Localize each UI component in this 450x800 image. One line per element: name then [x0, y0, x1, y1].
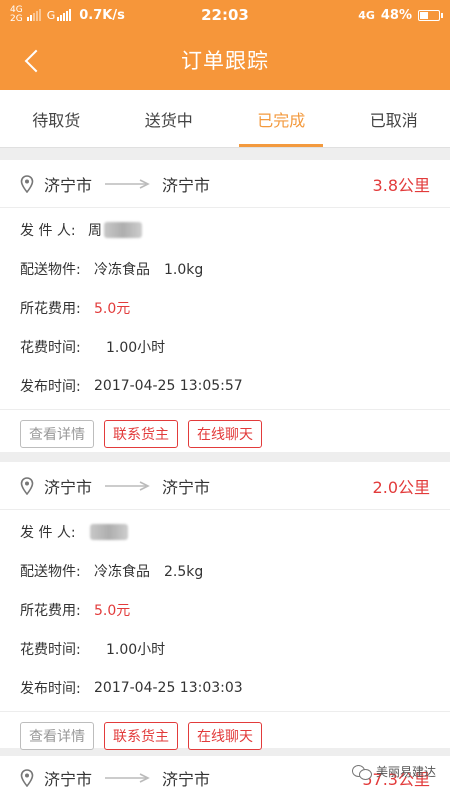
cost-row: 所花费用: 5.0元 [0, 590, 450, 629]
network-speed: 0.7K/s [79, 7, 125, 23]
cost-value: 5.0元 [94, 602, 131, 619]
time-spent-row: 花费时间: 1.00小时 [0, 327, 450, 366]
tab-completed[interactable]: 已完成 [225, 90, 338, 147]
distance: 2.0公里 [372, 477, 430, 497]
origin-city: 济宁市 [44, 477, 93, 497]
route-arrow-icon [104, 178, 150, 189]
published-row: 发布时间: 2017-04-25 13:03:03 [0, 668, 450, 707]
route-arrow-icon [104, 480, 150, 491]
tab-cancelled[interactable]: 已取消 [338, 90, 450, 147]
published-value: 2017-04-25 13:03:03 [94, 679, 243, 696]
order-status-tabs: 待取货 送货中 已完成 已取消 [0, 90, 450, 148]
title-bar: 订单跟踪 [0, 30, 450, 90]
clock: 22:03 [201, 6, 249, 24]
net-label-right: 4G [358, 8, 375, 22]
sender-name-redacted [90, 523, 128, 540]
route-row: 济宁市 济宁市 3.8公里 [0, 160, 450, 208]
route-row: 济宁市 济宁市 2.0公里 [0, 462, 450, 510]
contact-owner-button[interactable]: 联系货主 [104, 722, 178, 750]
online-chat-button[interactable]: 在线聊天 [188, 722, 262, 750]
origin-city: 济宁市 [44, 175, 93, 195]
battery-percent: 48% [380, 7, 412, 23]
back-chevron-icon[interactable] [22, 48, 48, 74]
tab-pending-pickup[interactable]: 待取货 [0, 90, 113, 147]
signal-icon [26, 9, 41, 21]
sender-row: 发 件 人: 周 [0, 210, 450, 249]
page-title: 订单跟踪 [181, 49, 269, 73]
view-details-button[interactable]: 查看详情 [20, 420, 94, 448]
status-bar: 4G 2G G 0.7K/s 22:03 4G 48% [0, 0, 450, 30]
time-spent-value: 1.00小时 [106, 641, 166, 658]
signal-group: 4G 2G G [10, 6, 72, 24]
sender-label: 发 件 人: [20, 524, 76, 541]
watermark: 美丽易建达 [351, 763, 436, 780]
time-spent-value: 1.00小时 [106, 339, 166, 356]
destination-city: 济宁市 [162, 770, 211, 789]
time-spent-label: 花费时间: [20, 339, 81, 356]
online-chat-button[interactable]: 在线聊天 [188, 420, 262, 448]
net-label-g: G [46, 8, 56, 22]
distance: 3.8公里 [372, 175, 430, 195]
origin-city: 济宁市 [44, 770, 93, 789]
wechat-logo-icon [351, 764, 372, 780]
signal-icon-2 [57, 9, 72, 21]
sender-label: 发 件 人: [20, 222, 76, 239]
cargo-label: 配送物件: [20, 563, 81, 580]
tab-delivering[interactable]: 送货中 [113, 90, 226, 147]
action-row: 查看详情 联系货主 在线聊天 [0, 409, 450, 458]
sender-name: 周 [88, 222, 102, 239]
published-row: 发布时间: 2017-04-25 13:05:57 [0, 366, 450, 405]
cost-row: 所花费用: 5.0元 [0, 288, 450, 327]
destination-city: 济宁市 [162, 175, 211, 195]
route-arrow-icon [104, 773, 150, 783]
action-row: 查看详情 联系货主 在线聊天 [0, 711, 450, 760]
cost-label: 所花费用: [20, 602, 81, 619]
battery-icon [418, 9, 443, 21]
sender-name-redacted [104, 221, 142, 238]
app-header: 4G 2G G 0.7K/s 22:03 4G 48% 订单跟踪 [0, 0, 450, 90]
contact-owner-button[interactable]: 联系货主 [104, 420, 178, 448]
cargo-label: 配送物件: [20, 261, 81, 278]
cost-label: 所花费用: [20, 300, 81, 317]
location-pin-icon [20, 476, 34, 495]
destination-city: 济宁市 [162, 477, 211, 497]
sender-row: 发 件 人: [0, 512, 450, 551]
published-value: 2017-04-25 13:05:57 [94, 377, 243, 394]
cargo-value: 冷冻食品 1.0kg [94, 261, 204, 278]
cargo-row: 配送物件: 冷冻食品 1.0kg [0, 249, 450, 288]
published-label: 发布时间: [20, 680, 81, 697]
order-card: 济宁市 济宁市 2.0公里 发 件 人: 配送物件: 冷冻食品 2.5kg 所花… [0, 462, 450, 750]
location-pin-icon [20, 769, 34, 787]
published-label: 发布时间: [20, 378, 81, 395]
time-spent-row: 花费时间: 1.00小时 [0, 629, 450, 668]
cargo-value: 冷冻食品 2.5kg [94, 563, 204, 580]
cargo-row: 配送物件: 冷冻食品 2.5kg [0, 551, 450, 590]
time-spent-label: 花费时间: [20, 641, 81, 658]
view-details-button[interactable]: 查看详情 [20, 722, 94, 750]
location-pin-icon [20, 174, 34, 193]
net-label-2g: 2G [10, 14, 23, 24]
cost-value: 5.0元 [94, 300, 131, 317]
order-card: 济宁市 济宁市 3.8公里 发 件 人: 周 配送物件: 冷冻食品 1.0kg … [0, 160, 450, 452]
watermark-text: 美丽易建达 [375, 765, 436, 779]
